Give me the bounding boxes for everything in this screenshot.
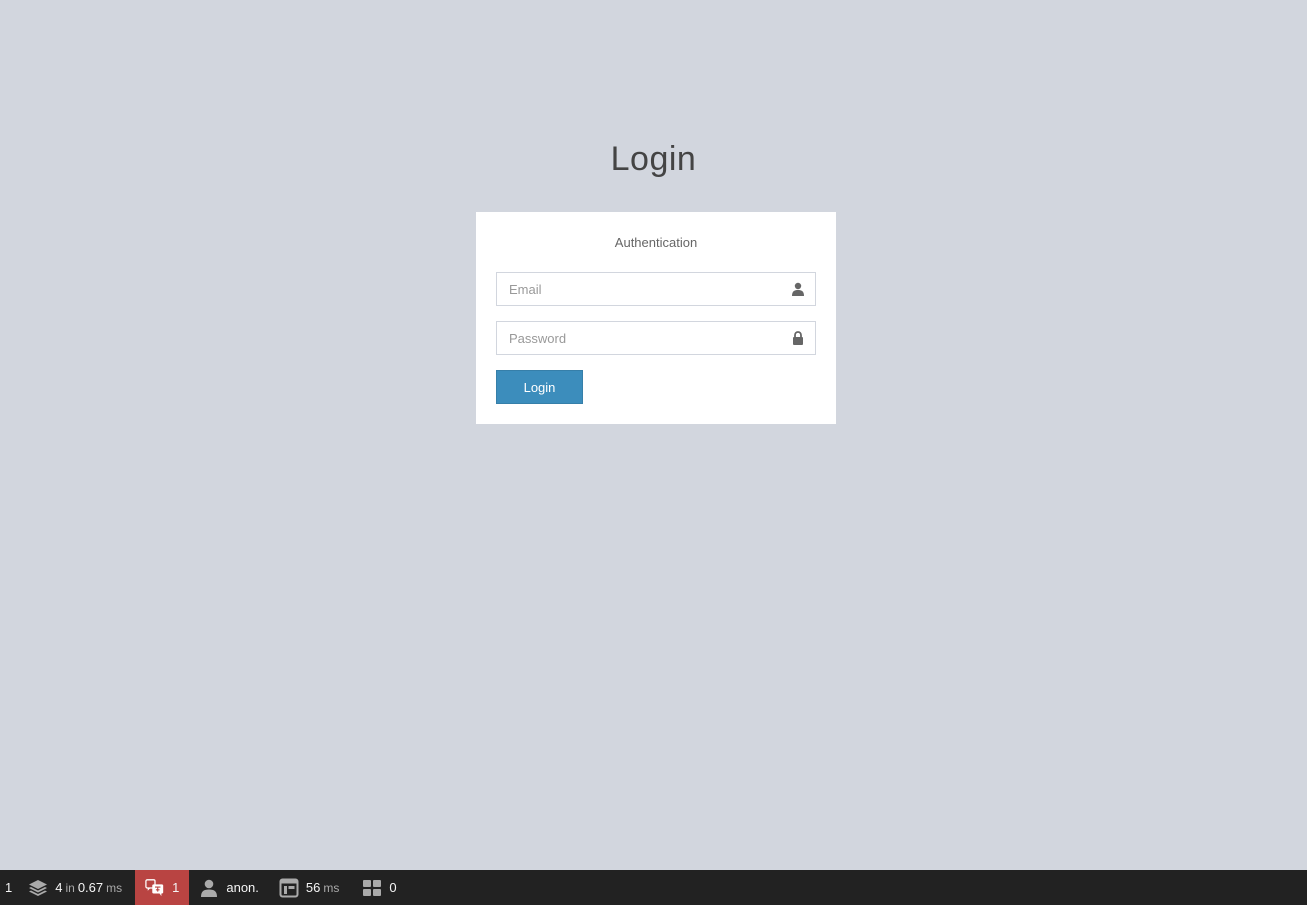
login-page: Login Authentication Login — [0, 0, 1307, 905]
login-button[interactable]: Login — [496, 370, 583, 404]
query-time-unit: ms — [106, 880, 123, 895]
timing-unit: ms — [323, 880, 340, 895]
status-code: 1 — [5, 880, 13, 895]
toolbar-timing[interactable]: 56 ms — [269, 870, 352, 905]
toolbar-forms[interactable]: 0 — [352, 870, 406, 905]
login-box: Authentication Login — [476, 212, 836, 424]
window-icon — [279, 878, 299, 898]
user-name: anon. — [226, 880, 259, 895]
toolbar-translation[interactable]: 1 — [135, 870, 190, 905]
lock-icon — [791, 331, 805, 345]
debug-toolbar: 1 4 in 0.67 ms 1 anon. 56 ms 0 — [0, 870, 1307, 905]
login-box-message: Authentication — [614, 235, 698, 250]
query-in-label: in — [65, 880, 75, 895]
toolbar-status[interactable]: 1 — [0, 870, 18, 905]
toolbar-database[interactable]: 4 in 0.67 ms — [18, 870, 135, 905]
query-count: 4 — [55, 880, 63, 895]
query-time: 0.67 — [77, 880, 104, 895]
translation-count: 1 — [172, 880, 180, 895]
password-input[interactable] — [497, 322, 815, 354]
user-icon — [791, 282, 805, 296]
layers-icon — [28, 878, 48, 898]
email-field-group — [496, 272, 816, 306]
toolbar-user[interactable]: anon. — [189, 870, 269, 905]
password-field-group — [496, 321, 816, 355]
translation-icon — [145, 878, 165, 898]
email-input[interactable] — [497, 273, 815, 305]
grid-icon — [362, 878, 382, 898]
page-title: Login — [610, 140, 697, 178]
user-icon — [199, 878, 219, 898]
forms-count: 0 — [389, 880, 397, 895]
timing-value: 56 — [305, 880, 321, 895]
